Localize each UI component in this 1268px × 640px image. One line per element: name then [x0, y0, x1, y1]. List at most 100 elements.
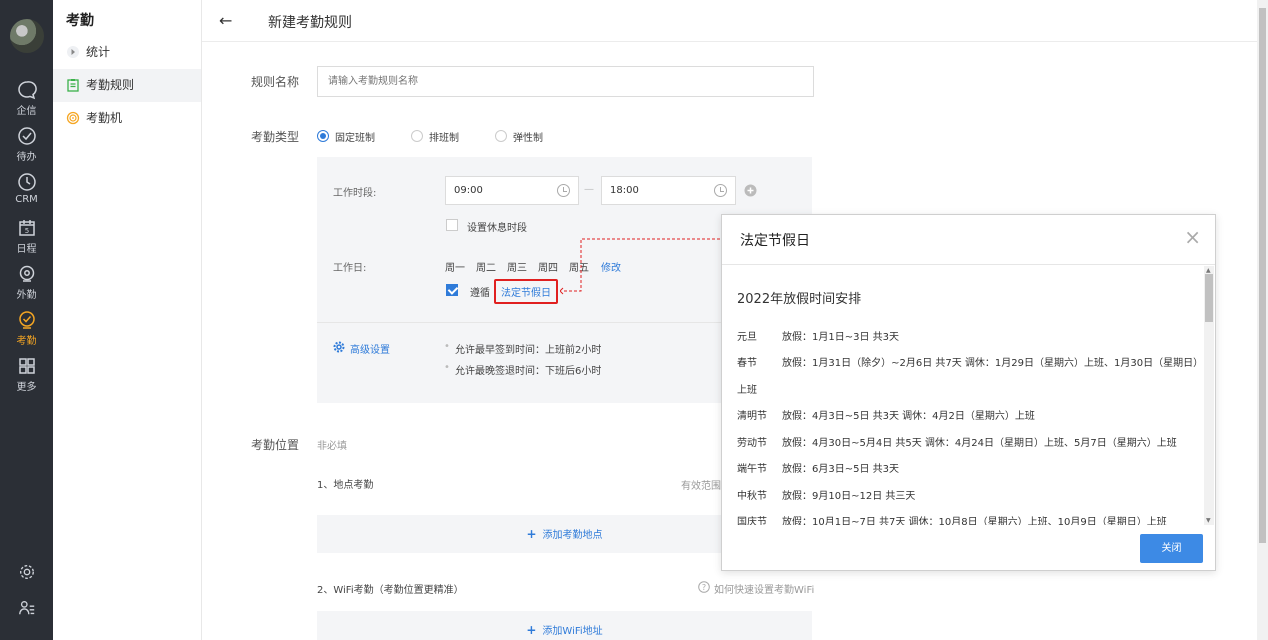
- grid-icon: [18, 358, 35, 374]
- rail-item-chat[interactable]: 企信: [0, 80, 53, 117]
- rail-item-more[interactable]: 更多: [0, 356, 53, 393]
- location-optional: 非必填: [317, 441, 347, 452]
- holiday-name: 中秋节: [737, 491, 767, 502]
- svg-text:?: ?: [702, 583, 706, 592]
- day-thu: 周四: [538, 263, 558, 274]
- dialog-body: 2022年放假时间安排 元旦 放假：1月1日~3日 共3天 春节 放假：1月31日（…: [737, 266, 1204, 525]
- holiday-row: 春节 放假：1月31日（除夕）~2月6日 共7天 调休：1月29日（星期六）上班、…: [737, 354, 1203, 369]
- scroll-down-icon[interactable]: ▼: [1206, 517, 1211, 524]
- advanced-settings-link[interactable]: 高级设置: [350, 341, 390, 356]
- dialog-title: 法定节假日: [740, 233, 810, 249]
- holiday-text: 上班: [737, 385, 757, 396]
- bullet: •: [444, 341, 450, 352]
- clock-icon: [557, 184, 570, 197]
- holiday-row: 元旦 放假：1月1日~3日 共3天: [737, 328, 899, 343]
- start-time-input[interactable]: 09:00: [445, 176, 579, 205]
- help-icon: ?: [698, 581, 710, 593]
- start-time-value: 09:00: [454, 185, 483, 196]
- chat-icon: [17, 81, 37, 100]
- holiday-row: 劳动节 放假：4月30日~5月4日 共5天 调休：4月24日（星期日）上班、5月7…: [737, 434, 1177, 449]
- workday-label: 工作日:: [333, 263, 367, 274]
- avatar[interactable]: [10, 19, 44, 53]
- holiday-row: 上班: [737, 381, 757, 396]
- add-wifi-button[interactable]: + 添加WiFi地址: [317, 611, 812, 640]
- holiday-link[interactable]: 法定节假日: [494, 279, 558, 304]
- sidebar-item-label: 统计: [86, 45, 111, 59]
- follow-label: 遵循: [470, 288, 490, 299]
- day-mon: 周一: [445, 263, 465, 274]
- bullet: •: [444, 362, 450, 373]
- calendar-icon: 5: [18, 220, 35, 236]
- holiday-row: 端午节 放假：6月3日~5日 共3天: [737, 460, 899, 475]
- sidebar-item-rules[interactable]: 考勤规则: [53, 69, 201, 102]
- add-circle-icon[interactable]: [744, 184, 757, 197]
- rail-item-field[interactable]: 外勤: [0, 264, 53, 301]
- rail-item-attendance[interactable]: 考勤: [0, 310, 53, 347]
- day-tue: 周二: [476, 263, 496, 274]
- holiday-name: 元旦: [737, 332, 757, 343]
- wifi-help-link[interactable]: 如何快速设置考勤WiFi: [714, 581, 814, 596]
- back-button[interactable]: ←: [219, 11, 232, 30]
- close-icon[interactable]: ×: [1184, 227, 1201, 247]
- radio-flexible[interactable]: [495, 130, 507, 142]
- plus-icon: +: [526, 527, 537, 541]
- dialog-scrollbar[interactable]: ▲ ▼: [1204, 266, 1214, 525]
- rest-period-checkbox[interactable]: [446, 219, 458, 231]
- holiday-text: 放假：4月3日~5日 共3天 调休：4月2日（星期六）上班: [782, 411, 1035, 422]
- rail-item-calendar[interactable]: 5 日程: [0, 218, 53, 255]
- end-time-input[interactable]: 18:00: [601, 176, 736, 205]
- clock-icon: [714, 184, 727, 197]
- plus-icon: +: [526, 623, 537, 637]
- holiday-text: 放假：9月10日~12日 共三天: [782, 491, 916, 502]
- rail-label: 待办: [16, 152, 37, 163]
- type-label: 考勤类型: [251, 130, 300, 144]
- holiday-dialog: 法定节假日 × 2022年放假时间安排 元旦 放假：1月1日~3日 共3天 春节放…: [721, 214, 1216, 571]
- location-label: 考勤位置: [251, 438, 300, 452]
- close-button[interactable]: 关闭: [1140, 534, 1203, 563]
- caret-right-icon: [67, 46, 79, 58]
- rule-name-input[interactable]: [317, 66, 814, 97]
- holiday-row: 国庆节 放假：10月1日~7日 共7天 调休：10月8日（星期六）上班、10月9日…: [737, 513, 1167, 525]
- earliest-signin-rule: 允许最早签到时间：上班前2小时: [455, 345, 602, 356]
- holiday-heading: 2022年放假时间安排: [737, 292, 862, 307]
- svg-text:5: 5: [24, 227, 28, 235]
- holiday-text: 放假：1月1日~3日 共3天: [782, 332, 900, 343]
- holiday-text: 放假：1月31日（除夕）~2月6日 共7天 调休：1月29日（星期六）上班、1月…: [782, 358, 1204, 369]
- rest-period-label: 设置休息时段: [467, 223, 527, 234]
- gear-icon: [19, 565, 34, 579]
- holiday-row: 清明节 放假：4月3日~5日 共3天 调休：4月2日（星期六）上班: [737, 407, 1035, 422]
- holiday-row: 中秋节 放假：9月10日~12日 共三天: [737, 487, 915, 502]
- rail-label: CRM: [15, 194, 38, 205]
- page-header: ← 新建考勤规则: [202, 0, 1257, 42]
- holiday-name: 端午节: [737, 464, 767, 475]
- dialog-scrollbar-thumb[interactable]: [1205, 274, 1213, 322]
- holiday-name: 清明节: [737, 411, 767, 422]
- gear-icon: [333, 341, 345, 353]
- rail-item-todo[interactable]: 待办: [0, 126, 53, 163]
- rail-label: 考勤: [16, 336, 37, 347]
- fingerprint-icon: [66, 111, 80, 125]
- follow-holiday-checkbox[interactable]: [446, 284, 458, 296]
- rule-name-label: 规则名称: [251, 75, 300, 89]
- annotation-arrow: [560, 235, 731, 295]
- latest-signout-rule: 允许最晚签退时间：下班后6小时: [455, 366, 602, 377]
- sidebar-title: 考勤: [66, 13, 94, 29]
- work-period-label: 工作时段:: [333, 188, 377, 199]
- rail-item-crm[interactable]: CRM: [0, 172, 53, 205]
- user-settings-button[interactable]: [0, 599, 53, 620]
- sidebar-item-statistics[interactable]: 统计: [53, 36, 201, 69]
- page-scrollbar[interactable]: [1257, 0, 1268, 640]
- add-location-label: 添加考勤地点: [542, 530, 603, 541]
- location-attendance-title: 1、地点考勤: [317, 480, 374, 491]
- sidebar-item-machine[interactable]: 考勤机: [53, 102, 201, 135]
- scroll-up-icon[interactable]: ▲: [1206, 267, 1211, 274]
- radio-fixed[interactable]: [317, 130, 329, 142]
- radio-shift[interactable]: [411, 130, 423, 142]
- wifi-attendance-title: 2、WiFi考勤（考勤位置更精准）: [317, 585, 464, 596]
- settings-button[interactable]: [0, 563, 53, 584]
- radio-fixed-label: 固定班制: [335, 133, 375, 144]
- page-scrollbar-thumb[interactable]: [1259, 8, 1266, 543]
- holiday-text: 放假：10月1日~7日 共7天 调休：10月8日（星期六）上班、10月9日（星期…: [782, 517, 1167, 525]
- end-time-value: 18:00: [610, 185, 639, 196]
- attendance-icon: [18, 311, 35, 329]
